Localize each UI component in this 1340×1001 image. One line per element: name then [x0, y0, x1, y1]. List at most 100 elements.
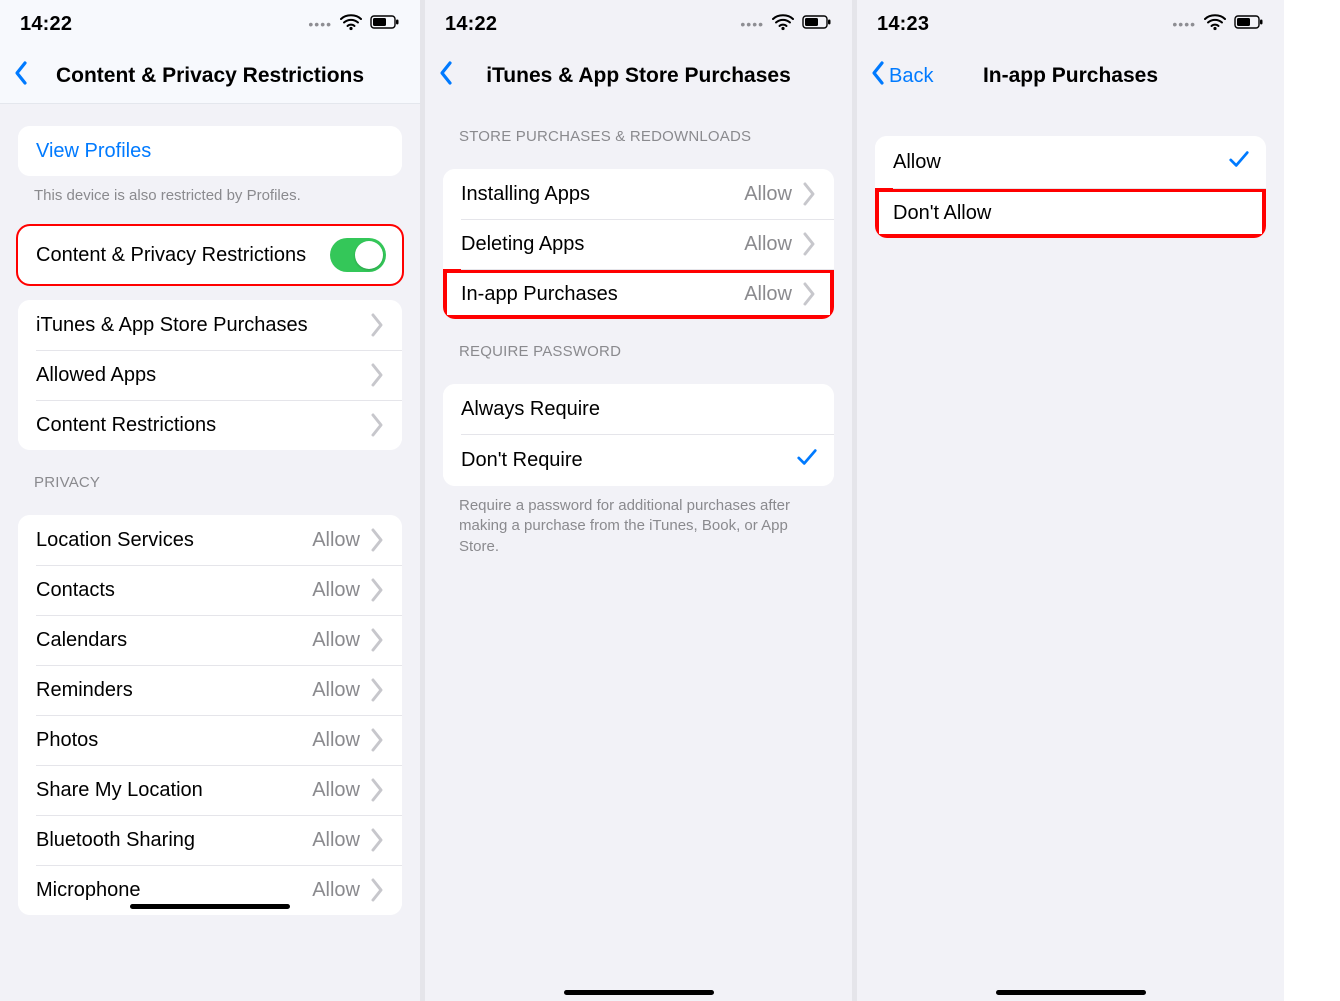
battery-icon: [802, 14, 832, 35]
battery-icon: [370, 14, 400, 35]
row-label: Microphone: [36, 879, 141, 902]
deleting-apps-row[interactable]: Deleting Apps Allow: [443, 219, 834, 269]
row-value: Allow: [744, 183, 792, 206]
profiles-group: View Profiles: [18, 126, 402, 176]
chevron-right-icon: [368, 412, 386, 438]
privacy-row-bluetooth[interactable]: Bluetooth Sharing Allow: [18, 815, 402, 865]
options-group: Allow Don't Allow: [875, 136, 1266, 238]
back-button[interactable]: [12, 60, 30, 92]
chevron-right-icon: [368, 627, 386, 653]
main-menu-group: iTunes & App Store Purchases Allowed App…: [18, 300, 402, 450]
privacy-row-location[interactable]: Location Services Allow: [18, 515, 402, 565]
privacy-row-reminders[interactable]: Reminders Allow: [18, 665, 402, 715]
row-label: Always Require: [461, 398, 600, 421]
row-label: iTunes & App Store Purchases: [36, 314, 308, 337]
row-label: Share My Location: [36, 779, 203, 802]
home-indicator: [564, 990, 714, 995]
status-time: 14:22: [20, 13, 72, 36]
password-footer: Require a password for additional purcha…: [425, 486, 852, 561]
row-value: Allow: [312, 679, 360, 702]
page-title: Content & Privacy Restrictions: [0, 64, 420, 88]
cellular-dots-icon: ••••: [740, 16, 764, 32]
restrictions-toggle-switch[interactable]: [330, 238, 386, 272]
dont-require-row[interactable]: Don't Require: [443, 434, 834, 486]
status-right: ••••: [308, 13, 400, 36]
row-value: Allow: [312, 529, 360, 552]
row-value: Allow: [312, 879, 360, 902]
home-indicator: [996, 990, 1146, 995]
itunes-purchases-row[interactable]: iTunes & App Store Purchases: [18, 300, 402, 350]
always-require-row[interactable]: Always Require: [443, 384, 834, 434]
row-value: Allow: [312, 779, 360, 802]
row-label: Installing Apps: [461, 183, 590, 206]
chevron-left-icon: [12, 60, 30, 92]
in-app-purchases-row[interactable]: In-app Purchases Allow: [443, 269, 834, 319]
cellular-dots-icon: ••••: [1172, 16, 1196, 32]
view-profiles-label: View Profiles: [36, 140, 151, 163]
navbar: iTunes & App Store Purchases: [425, 48, 852, 104]
row-value: Allow: [312, 579, 360, 602]
wifi-icon: [772, 13, 794, 36]
chevron-right-icon: [368, 727, 386, 753]
status-time: 14:23: [877, 13, 929, 36]
row-label: Reminders: [36, 679, 133, 702]
chevron-right-icon: [368, 677, 386, 703]
row-label: Don't Allow: [893, 202, 991, 225]
wifi-icon: [1204, 13, 1226, 36]
dont-allow-option-row[interactable]: Don't Allow: [875, 188, 1266, 238]
chevron-right-icon: [368, 777, 386, 803]
password-header: Require Password: [425, 319, 852, 368]
chevron-right-icon: [368, 577, 386, 603]
chevron-left-icon: [437, 60, 455, 92]
privacy-row-calendars[interactable]: Calendars Allow: [18, 615, 402, 665]
content-scroll[interactable]: Store Purchases & Redownloads Installing…: [425, 104, 852, 1001]
content-scroll[interactable]: Allow Don't Allow: [857, 104, 1284, 1001]
navbar: Back In-app Purchases: [857, 48, 1284, 104]
privacy-row-contacts[interactable]: Contacts Allow: [18, 565, 402, 615]
check-icon: [796, 446, 818, 474]
chevron-right-icon: [368, 362, 386, 388]
chevron-right-icon: [368, 312, 386, 338]
restrictions-toggle-label: Content & Privacy Restrictions: [36, 244, 306, 267]
row-label: Contacts: [36, 579, 115, 602]
chevron-right-icon: [368, 827, 386, 853]
back-button[interactable]: Back: [869, 60, 933, 92]
row-label: Photos: [36, 729, 98, 752]
screen-in-app-purchases: 14:23 •••• Back In-app Purchases Allow D…: [857, 0, 1284, 1001]
chevron-right-icon: [800, 181, 818, 207]
row-value: Allow: [312, 629, 360, 652]
allow-option-row[interactable]: Allow: [875, 136, 1266, 188]
back-button[interactable]: [437, 60, 455, 92]
check-icon: [1228, 148, 1250, 176]
row-value: Allow: [744, 283, 792, 306]
store-group: Installing Apps Allow Deleting Apps Allo…: [443, 169, 834, 319]
content-restrictions-row[interactable]: Content Restrictions: [18, 400, 402, 450]
chevron-right-icon: [368, 877, 386, 903]
installing-apps-row[interactable]: Installing Apps Allow: [443, 169, 834, 219]
privacy-header: Privacy: [0, 450, 420, 499]
restrictions-toggle-group: Content & Privacy Restrictions: [18, 226, 402, 284]
row-value: Allow: [312, 829, 360, 852]
allowed-apps-row[interactable]: Allowed Apps: [18, 350, 402, 400]
row-label: Location Services: [36, 529, 194, 552]
navbar: Content & Privacy Restrictions: [0, 48, 420, 104]
status-bar: 14:22 ••••: [425, 0, 852, 48]
row-label: Deleting Apps: [461, 233, 584, 256]
row-label: Allow: [893, 151, 941, 174]
row-label: Calendars: [36, 629, 127, 652]
row-label: In-app Purchases: [461, 283, 618, 306]
privacy-row-photos[interactable]: Photos Allow: [18, 715, 402, 765]
screen-itunes-purchases: 14:22 •••• iTunes & App Store Purchases …: [425, 0, 852, 1001]
content-scroll[interactable]: View Profiles This device is also restri…: [0, 104, 420, 1001]
profiles-footer: This device is also restricted by Profil…: [0, 176, 420, 210]
chevron-right-icon: [368, 527, 386, 553]
chevron-right-icon: [800, 281, 818, 307]
battery-icon: [1234, 14, 1264, 35]
view-profiles-row[interactable]: View Profiles: [18, 126, 402, 176]
row-label: Content Restrictions: [36, 414, 216, 437]
status-bar: 14:23 ••••: [857, 0, 1284, 48]
privacy-row-share-location[interactable]: Share My Location Allow: [18, 765, 402, 815]
restrictions-toggle-row[interactable]: Content & Privacy Restrictions: [18, 226, 402, 284]
row-label: Allowed Apps: [36, 364, 156, 387]
status-right: ••••: [740, 13, 832, 36]
